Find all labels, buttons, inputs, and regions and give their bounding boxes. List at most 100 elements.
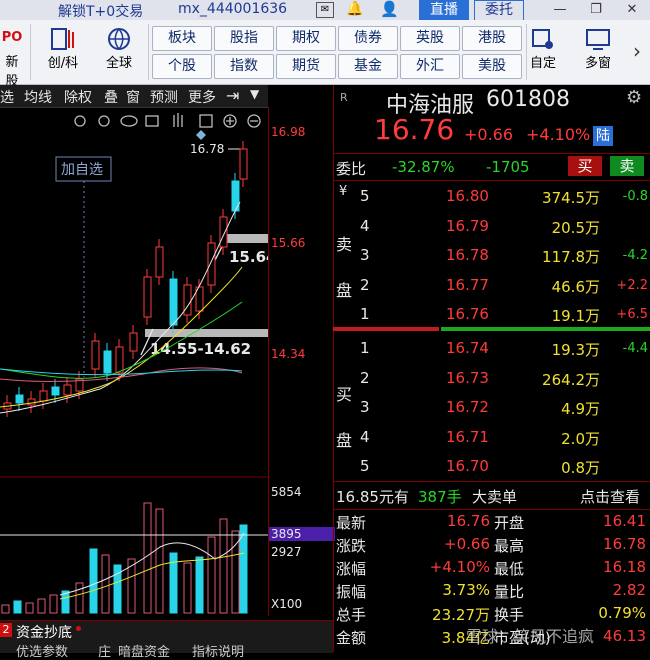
new-stock-tool[interactable]: PO 新股 [0,22,24,89]
minimize-button[interactable]: — [542,0,578,20]
tab-preferred[interactable]: 优选参数 [16,641,68,660]
tab-dark-fund[interactable]: 暗盘资金 [118,641,170,660]
candle [231,173,240,219]
chart-menu-window[interactable]: 窗 [126,87,140,107]
toolbar-gegu-button[interactable]: 个股 [152,54,212,79]
close-button[interactable]: ✕ [614,0,650,20]
chart-menu-exright[interactable]: 除权 [64,87,92,107]
bid-price: 16.70 [446,457,489,475]
stat-value: 2.82 [612,581,646,599]
ask-level: 5 [360,187,370,205]
candle [27,391,36,413]
ask-change: +2.2 [616,277,648,293]
weicha-value: -1705 [486,158,530,176]
mail-icon[interactable]: ✉ [316,2,334,18]
tab-alert-dot [76,626,81,631]
toolbar-yinggu-button[interactable]: 英股 [400,26,460,51]
sell-button[interactable]: 卖 [610,156,644,176]
ask-price: 16.80 [446,187,489,205]
chart-menu-select[interactable]: 选 [0,87,14,107]
toolbar-waihui-button[interactable]: 外汇 [400,54,460,79]
candle [143,269,152,325]
tab-fund-bottom[interactable]: 资金抄底 [16,622,72,642]
global-tool[interactable]: 全球 [94,22,144,82]
toolbar-jijin-button[interactable]: 基金 [338,54,398,79]
volume-series [1,502,248,614]
bell-icon[interactable]: 🔔 [346,1,363,17]
ask-change: +6.5 [616,307,648,322]
volume-bar [155,508,164,614]
buy-button[interactable]: 买 [568,156,602,176]
ask-level: 2 [360,275,370,294]
axis-price-mid: 15.66 [271,236,306,250]
volume-bar [75,582,84,614]
axis-vol-mid: 2927 [271,545,302,559]
multi-window-tool[interactable]: 多窗 [574,22,622,82]
bid-volume: 4.9万 [561,400,600,418]
axis-price-low: 14.34 [271,347,306,361]
ask-volume: 117.8万 [542,248,600,266]
bid-volume: 264.2万 [542,370,600,389]
live-button[interactable]: 直播 [419,0,469,20]
candle [239,141,248,187]
chevron-down-icon[interactable]: ▼ [250,87,259,101]
stat-key: 最新 [336,514,367,532]
toolbar-more-arrow[interactable]: › [628,28,646,74]
toolbar-guzhi-button[interactable]: 股指 [214,26,274,51]
custom-tool[interactable]: 自定 [520,22,566,82]
user-icon[interactable]: 👤 [380,0,399,18]
toolbar-ganggu-button[interactable]: 港股 [462,26,522,51]
stat-value: 16.18 [603,558,646,576]
bid-level: 3 [360,398,370,416]
buy-side-label: 买盘 [336,385,353,450]
account-name: mx_444001636 [178,1,288,17]
kline-chart-svg: 16.78 加自选 15.64 14.55-14.62 [0,113,276,614]
ask-strength-bar [333,327,439,331]
toolbar-zhishu-button[interactable]: 指数 [214,54,274,79]
chart-menu-more[interactable]: 更多 [188,87,216,107]
stat-key: 量比 [494,583,525,601]
zoom-icon [98,115,110,127]
candle [15,387,24,411]
collapse-arrow-icon[interactable]: ⇥ [226,86,239,105]
tab-indicator-desc[interactable]: 指标说明 [192,641,244,660]
bid-price: 16.74 [446,339,489,357]
chart-menu-overlay[interactable]: 叠 [104,87,118,107]
axis-price-high: 16.98 [271,125,306,139]
vol-ma10-line [59,552,245,600]
volume-bar [183,562,192,614]
restore-button[interactable]: ❐ [578,0,614,20]
trust-button[interactable]: 委托 [474,0,524,21]
bid-level: 2 [360,368,370,387]
toolbar-meigu-button[interactable]: 美股 [462,54,522,79]
axis-vol-high: 5854 [271,485,302,499]
toolbar-qihuo-button[interactable]: 期货 [276,54,336,79]
price-pct: +4.10% [526,125,591,144]
unlock-t0-link[interactable]: 解锁T+0交易 [58,1,143,21]
last-price: 16.76 [374,113,455,146]
price-change: +0.66 [464,125,514,144]
gear-icon[interactable]: ⚙ [626,87,642,108]
delete-icon [145,115,159,127]
chart-menu-ma[interactable]: 均线 [24,87,52,107]
toolbar-zhaiquan-button[interactable]: 债券 [338,26,398,51]
tab-zhuang[interactable]: 庄 [98,641,111,660]
volume-bar [207,536,216,614]
stock-code: 601808 [486,87,570,112]
weibi-pct: -32.87% [392,158,455,176]
volume-bar [89,548,98,614]
axis-vol-unit: X100 [271,597,303,611]
weibi-label: 委比 [336,160,367,178]
chuangke-tool[interactable]: 创/科 [38,22,88,82]
chart-menu-forecast[interactable]: 预测 [150,87,178,107]
ask-volume: 20.5万 [551,218,600,237]
candle [129,325,138,359]
bid-price: 16.72 [446,398,489,416]
main-toolbar: PO 新股 创/科 全球 板块 股指 期权 债券 英股 港股 个股 指数 期货 … [0,20,650,89]
toolbar-qiquan-button[interactable]: 期权 [276,26,336,51]
big-order-label: 大卖单 [472,488,518,506]
watermark: 雪球：笑风不追疯 [466,627,595,646]
big-order-link[interactable]: 点击查看 [580,486,640,507]
bid-volume: 19.3万 [551,341,600,359]
toolbar-bankuai-button[interactable]: 板块 [152,26,212,51]
